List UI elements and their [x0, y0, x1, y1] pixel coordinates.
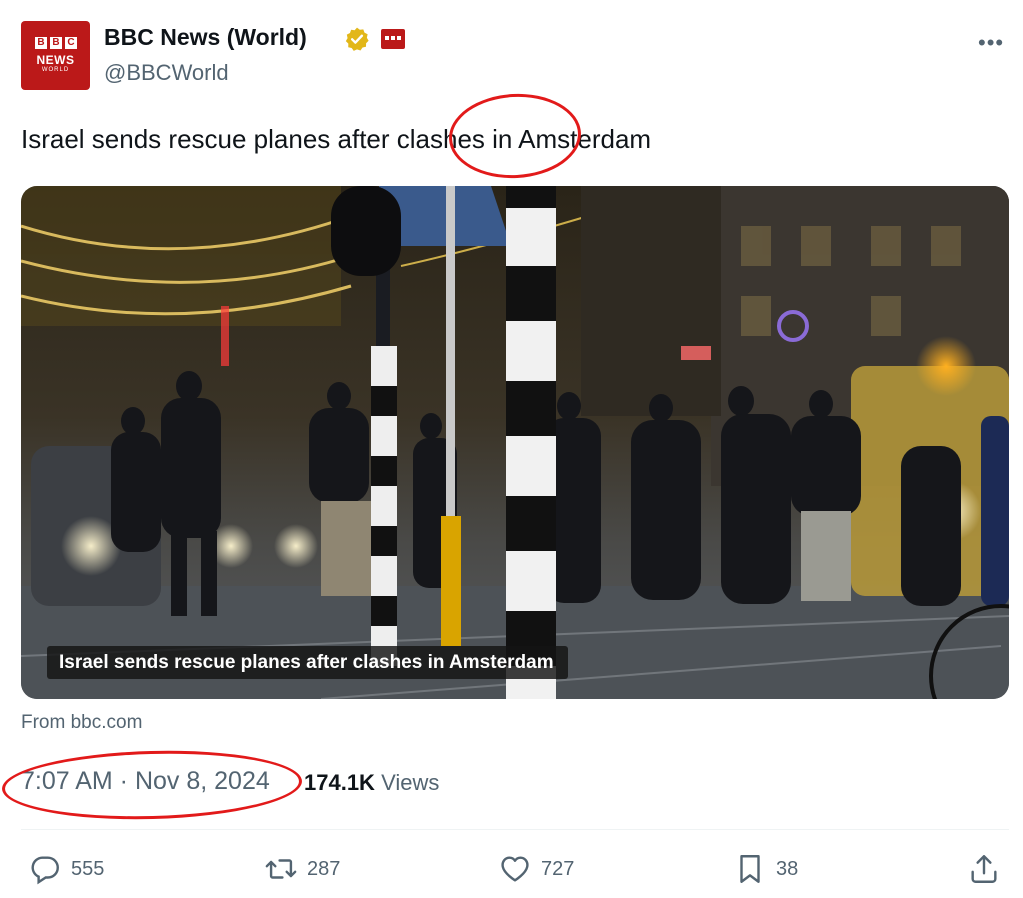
divider — [21, 829, 1009, 830]
heart-icon — [501, 856, 529, 882]
like-count: 727 — [541, 857, 575, 880]
media-card[interactable]: Israel sends rescue planes after clashes… — [21, 186, 1009, 699]
repost-count: 287 — [307, 857, 341, 880]
like-button[interactable]: 727 — [498, 852, 574, 886]
views-label: Views — [381, 770, 440, 795]
bbc-letter-b1: B — [35, 37, 47, 49]
views-count: 174.1K — [304, 770, 375, 795]
avatar[interactable]: B B C NEWS WORLD — [21, 21, 90, 90]
repost-button[interactable]: 287 — [264, 852, 340, 886]
display-name[interactable]: BBC News (World) — [104, 24, 307, 51]
bbc-letter-c: C — [65, 37, 77, 49]
media-caption: Israel sends rescue planes after clashes… — [47, 646, 568, 679]
affiliate-badge-icon[interactable] — [381, 29, 405, 49]
affiliate-dot — [397, 36, 401, 40]
share-upload-icon — [971, 855, 997, 883]
affiliate-dot — [385, 36, 389, 40]
bookmark-count: 38 — [776, 857, 799, 880]
reply-count: 555 — [71, 857, 105, 880]
avatar-world-text: WORLD — [41, 67, 70, 73]
repost-arrows-icon — [265, 859, 297, 879]
handle[interactable]: @BBCWorld — [104, 60, 229, 86]
news-photo — [21, 186, 1009, 699]
red-circle-annotation-timestamp — [1, 747, 303, 823]
bookmark-button[interactable]: 38 — [733, 852, 798, 886]
reply-button[interactable]: 555 — [28, 852, 104, 886]
speech-bubble-icon — [31, 856, 59, 885]
avatar-news-text: NEWS — [36, 53, 75, 67]
share-button[interactable] — [967, 852, 1001, 886]
bbc-logo: B B C — [35, 37, 77, 49]
verified-badge-icon[interactable] — [344, 26, 370, 52]
red-circle-annotation-clashes — [446, 90, 584, 182]
source-link[interactable]: From bbc.com — [21, 712, 142, 734]
more-options-icon[interactable]: ••• — [978, 30, 1004, 56]
views: 174.1K Views — [304, 770, 439, 796]
bookmark-icon — [740, 855, 760, 883]
bbc-letter-b2: B — [50, 37, 62, 49]
affiliate-dot — [391, 36, 395, 40]
